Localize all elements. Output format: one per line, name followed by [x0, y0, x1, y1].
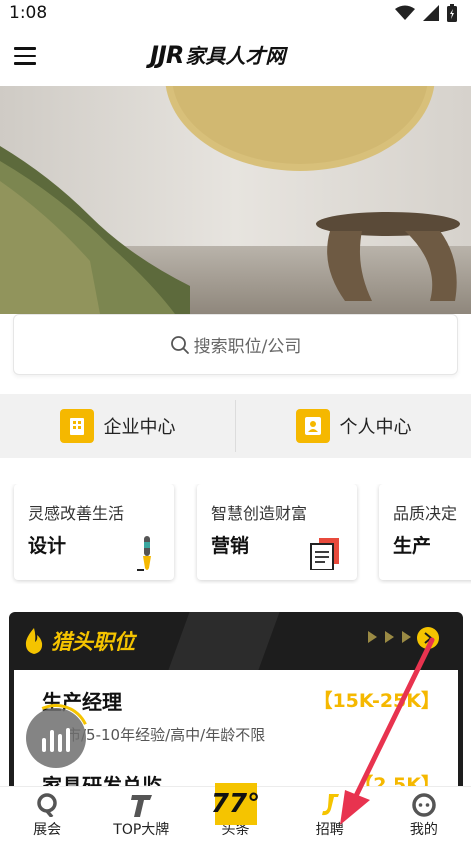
category-card-marketing[interactable]: 智慧创造财富 营销	[197, 484, 357, 580]
enterprise-center-button[interactable]: 企业中心	[0, 394, 235, 458]
tab-label: 展会	[33, 822, 62, 838]
tab-label: 我的	[409, 822, 438, 838]
status-time: 1:08	[9, 3, 48, 23]
menu-icon[interactable]	[14, 47, 36, 65]
banner-illustration	[0, 86, 471, 314]
signal-icon	[423, 5, 439, 21]
bottom-tab-bar: 展会 TOP大牌 77° 头条 招聘 我的	[0, 783, 471, 843]
wifi-icon	[395, 5, 415, 20]
tab-label: TOP大牌	[113, 822, 170, 838]
card-title: 生产	[393, 535, 432, 557]
profile-icon	[412, 793, 436, 817]
card-subtitle: 灵感改善生活	[28, 504, 125, 523]
status-bar: 1:08	[0, 0, 471, 28]
panel-decoration	[168, 612, 280, 670]
flame-icon	[25, 628, 43, 654]
battery-icon	[447, 4, 457, 22]
tab-label: 招聘	[315, 822, 344, 838]
card-subtitle: 品质决定	[393, 504, 458, 523]
document-icon	[310, 538, 339, 570]
category-card-production[interactable]: 品质决定 生产	[379, 484, 471, 580]
app-logo: JJR 家具人才网	[150, 41, 286, 69]
enterprise-icon	[59, 409, 94, 443]
headhunter-arrows	[368, 631, 411, 643]
headhunter-title: 猎头职位	[51, 630, 135, 654]
headhunter-panel: 猎头职位 生产经理 【15K-25K】 市/5-10年经验/高中/年龄不限 家具…	[9, 612, 463, 802]
paintbrush-icon	[137, 536, 151, 571]
category-cards: 灵感改善生活 设计 智慧创造财富 营销 品质决定 生产	[0, 484, 471, 584]
more-arrow-icon[interactable]	[417, 627, 439, 649]
tab-exhibition[interactable]: 展会	[0, 787, 94, 843]
floating-audio-button[interactable]	[26, 708, 86, 768]
personal-center-button[interactable]: 个人中心	[236, 394, 471, 458]
enterprise-center-label: 企业中心	[103, 417, 176, 438]
tab-headlines[interactable]: 77° 头条	[188, 783, 282, 843]
center-row: 企业中心 个人中心	[0, 394, 471, 458]
logo-mark: JJR	[150, 41, 184, 69]
banner-image[interactable]	[0, 86, 471, 314]
logo-text: 家具人才网	[185, 44, 286, 68]
search-placeholder: 搜索职位/公司	[193, 337, 302, 357]
recruit-icon	[321, 794, 339, 816]
person-icon	[295, 409, 330, 443]
job-meta: 市/5-10年经验/高中/年龄不限	[66, 726, 266, 744]
tab-top-brand[interactable]: TOP大牌	[94, 787, 188, 843]
card-title: 营销	[211, 535, 250, 557]
category-card-design[interactable]: 灵感改善生活 设计	[14, 484, 174, 580]
exhibition-icon	[37, 793, 57, 817]
status-icons	[395, 4, 457, 22]
search-input[interactable]: 搜索职位/公司	[13, 314, 458, 375]
headlines-icon: 77°	[211, 783, 260, 825]
card-title: 设计	[28, 535, 67, 557]
job-salary: 【15K-25K】	[313, 690, 440, 712]
personal-center-label: 个人中心	[339, 417, 412, 438]
search-icon	[170, 335, 189, 354]
card-subtitle: 智慧创造财富	[211, 504, 308, 523]
app-bar: JJR 家具人才网	[0, 28, 471, 86]
tab-profile[interactable]: 我的	[377, 787, 471, 843]
tab-recruit[interactable]: 招聘	[283, 787, 377, 843]
top-brand-icon	[131, 795, 153, 817]
